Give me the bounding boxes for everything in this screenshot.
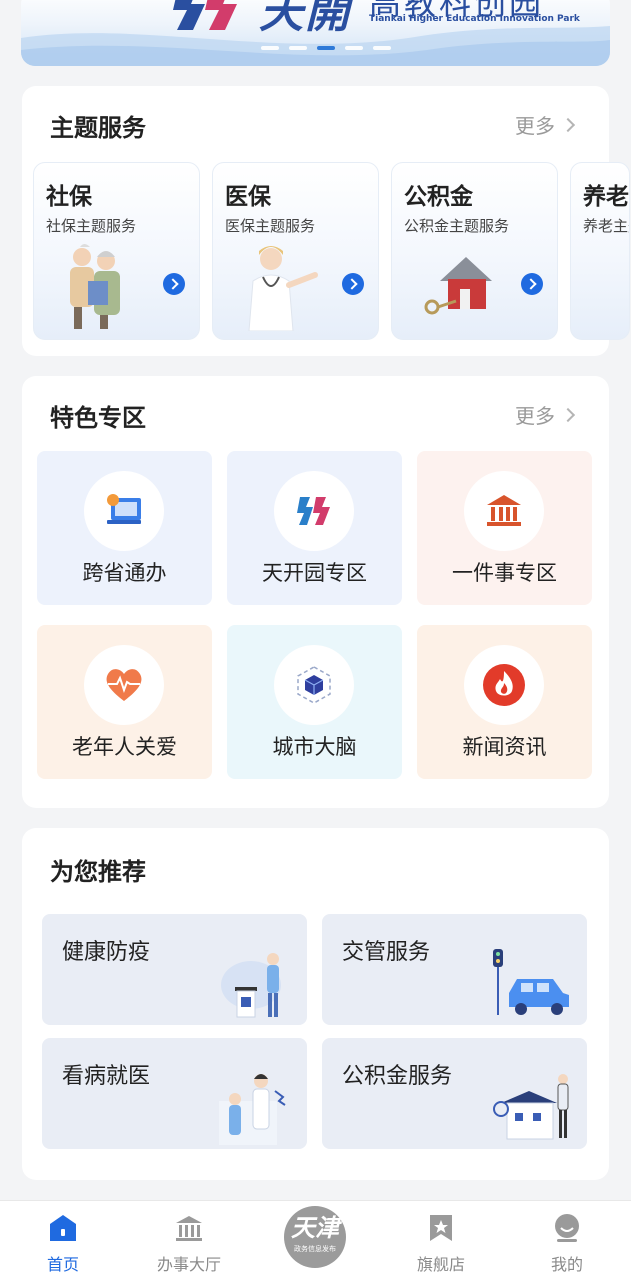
computer-icon: [107, 494, 141, 524]
recommend-traffic-service[interactable]: 交管服务: [322, 914, 587, 1025]
service-title: 公积金: [404, 184, 473, 210]
service-card-pension[interactable]: 养老 养老主题服务: [570, 162, 630, 340]
feature-icon-circle: [274, 645, 354, 725]
go-arrow-icon[interactable]: [521, 273, 543, 295]
home-icon: [50, 1215, 76, 1241]
carousel-dot[interactable]: [289, 46, 307, 50]
recommend-housing-fund-service[interactable]: 公积金服务: [322, 1038, 587, 1149]
feature-news[interactable]: 新闻资讯: [417, 625, 592, 779]
recommend-label: 交管服务: [342, 940, 431, 965]
go-arrow-icon[interactable]: [342, 273, 364, 295]
car-traffic-light-illustration: [493, 949, 569, 1015]
heart-pulse-icon: [106, 669, 142, 701]
elderly-couple-illustration: [70, 244, 120, 329]
service-title: 医保: [225, 184, 271, 210]
feature-icon-circle: [274, 471, 354, 551]
house-key-illustration: [424, 257, 492, 315]
bank-icon: [487, 495, 521, 526]
feature-label: 城市大脑: [272, 735, 357, 759]
recommend-card: 为您推荐 健康防疫 交管服务 看病就医 公积金服务: [22, 828, 609, 1180]
hall-icon: [176, 1216, 202, 1241]
carousel-indicator: [261, 46, 391, 50]
doctor-illustration: [248, 246, 318, 331]
doctor-patient-illustration: [219, 1074, 286, 1145]
theme-services-card: 主题服务 更多 社保 社保主题服务 医保 医保主题服务 公积金 公积金主题服务: [22, 86, 630, 356]
service-title: 社保: [46, 184, 92, 210]
service-card-housing-fund[interactable]: 公积金 公积金主题服务: [391, 162, 558, 340]
section-title: 为您推荐: [50, 858, 146, 886]
service-subtitle: 医保主题服务: [225, 217, 316, 235]
feature-icon-circle: [84, 471, 164, 551]
chevron-right-icon: [560, 117, 576, 132]
feature-city-brain[interactable]: 城市大脑: [227, 625, 402, 779]
feature-elderly-care[interactable]: 老年人关爱: [37, 625, 212, 779]
tiankai-logo-icon: [173, 0, 237, 30]
feature-cross-province[interactable]: 跨省通办: [37, 451, 212, 605]
banner-en-title: Tiankai Higher Education Innovation Park: [369, 14, 580, 24]
section-title: 主题服务: [50, 114, 146, 142]
flame-icon: [483, 664, 525, 706]
tab-label: 我的: [550, 1255, 583, 1274]
carousel-dot-active[interactable]: [317, 46, 335, 50]
feature-icon-circle: [84, 645, 164, 725]
feature-label: 跨省通办: [82, 561, 167, 585]
banner-logo-text: 天開: [259, 0, 351, 38]
banner-carousel[interactable]: 天開 高教科创园 Tiankai Higher Education Innova…: [21, 0, 610, 66]
feature-label: 一件事专区: [452, 561, 557, 585]
health-check-illustration: [221, 953, 281, 1018]
more-label: 更多: [515, 404, 555, 428]
tab-label: 首页: [46, 1255, 79, 1274]
tab-label: 办事大厅: [156, 1255, 221, 1274]
tiankai-logo-icon: [297, 497, 330, 525]
recommend-label: 看病就医: [62, 1064, 151, 1089]
service-card-social-security[interactable]: 社保 社保主题服务: [33, 162, 200, 340]
feature-label: 新闻资讯: [462, 735, 547, 759]
feature-tiankai-zone[interactable]: 天开园专区: [227, 451, 402, 605]
feature-label: 老年人关爱: [72, 735, 177, 759]
recommend-label: 健康防疫: [62, 940, 151, 965]
recommend-health-epidemic[interactable]: 健康防疫: [42, 914, 307, 1025]
badge-subtitle: 政务信息发布: [294, 1245, 336, 1253]
cube-icon: [297, 666, 331, 704]
badge-title: 天津: [291, 1213, 339, 1242]
more-link[interactable]: 更多: [515, 110, 576, 139]
house-person-illustration: [493, 1074, 569, 1140]
user-icon: [555, 1214, 579, 1242]
recommend-label: 公积金服务: [342, 1064, 453, 1089]
tianjin-gov-badge[interactable]: 天津 政务信息发布: [284, 1206, 346, 1268]
tab-home[interactable]: 首页: [18, 1201, 108, 1280]
chevron-right-icon: [560, 407, 576, 422]
service-subtitle: 社保主题服务: [46, 217, 137, 235]
recommend-medical-visit[interactable]: 看病就医: [42, 1038, 307, 1149]
feature-one-thing-zone[interactable]: 一件事专区: [417, 451, 592, 605]
feature-icon-circle: [464, 471, 544, 551]
carousel-dot[interactable]: [261, 46, 279, 50]
tab-label: 旗舰店: [416, 1255, 465, 1274]
go-arrow-icon[interactable]: [163, 273, 185, 295]
more-label: 更多: [515, 114, 555, 138]
tab-mine[interactable]: 我的: [522, 1201, 612, 1280]
carousel-dot[interactable]: [373, 46, 391, 50]
bookmark-star-icon: [430, 1215, 452, 1241]
tab-service-hall[interactable]: 办事大厅: [144, 1201, 234, 1280]
feature-icon-circle: [464, 645, 544, 725]
section-title: 特色专区: [50, 404, 146, 432]
carousel-dot[interactable]: [345, 46, 363, 50]
service-card-medical-insurance[interactable]: 医保 医保主题服务: [212, 162, 379, 340]
more-link[interactable]: 更多: [515, 400, 576, 429]
feature-label: 天开园专区: [262, 561, 367, 585]
service-subtitle: 养老主题服务: [583, 217, 629, 235]
feature-zone-card: 特色专区 更多 跨省通办 天开园专区 一件事专区 老年人关爱 城市大脑 新闻资讯: [22, 376, 609, 808]
service-subtitle: 公积金主题服务: [404, 217, 510, 235]
service-title: 养老: [583, 184, 629, 210]
tab-flagship-store[interactable]: 旗舰店: [396, 1201, 486, 1280]
